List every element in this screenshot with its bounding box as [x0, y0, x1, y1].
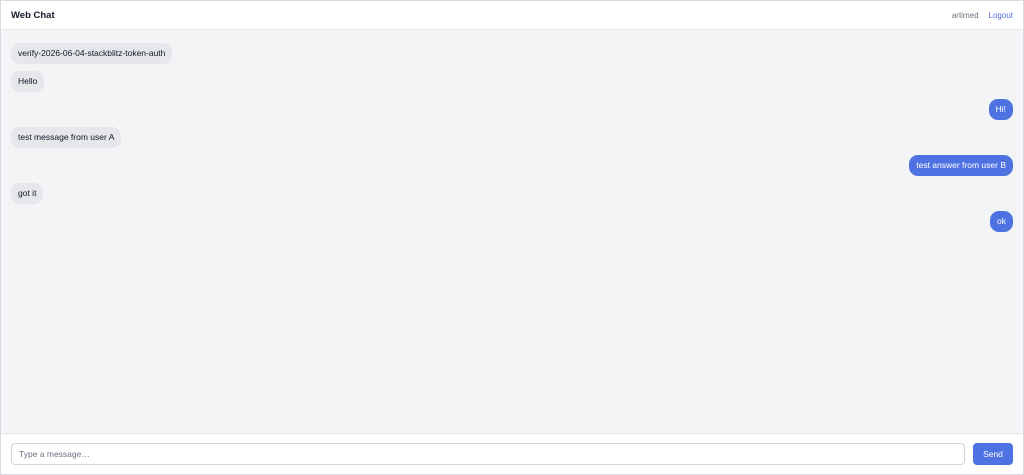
message-row: test answer from user B — [11, 155, 1013, 176]
message-input[interactable] — [11, 443, 965, 465]
outgoing-message: Hi! — [988, 99, 1013, 120]
message-list[interactable]: verify-2026-06-04-stackblitz-token-auth … — [1, 30, 1023, 433]
message-row: Hi! — [11, 99, 1013, 120]
message-row: verify-2026-06-04-stackblitz-token-auth — [11, 43, 1013, 64]
incoming-message: test message from user A — [11, 127, 122, 148]
message-row: got it — [11, 183, 1013, 204]
incoming-message: verify-2026-06-04-stackblitz-token-auth — [11, 43, 173, 64]
send-button[interactable]: Send — [973, 443, 1013, 465]
header-user-area: artimed Logout — [952, 11, 1013, 20]
composer: Send — [1, 433, 1023, 474]
username: artimed — [951, 10, 979, 20]
chat-app: Web Chat artimed Logout verify-2026-06-0… — [0, 0, 1024, 475]
message-row: test message from user A — [11, 127, 1013, 148]
message-row: Hello — [11, 71, 1013, 92]
outgoing-message: ok — [990, 211, 1013, 232]
outgoing-message: test answer from user B — [909, 155, 1013, 176]
logout-link[interactable]: Logout — [989, 11, 1013, 20]
message-row: ok — [11, 211, 1013, 232]
incoming-message: Hello — [11, 71, 45, 92]
header: Web Chat artimed Logout — [1, 1, 1023, 30]
app-title: Web Chat — [11, 9, 55, 21]
incoming-message: got it — [11, 183, 44, 204]
